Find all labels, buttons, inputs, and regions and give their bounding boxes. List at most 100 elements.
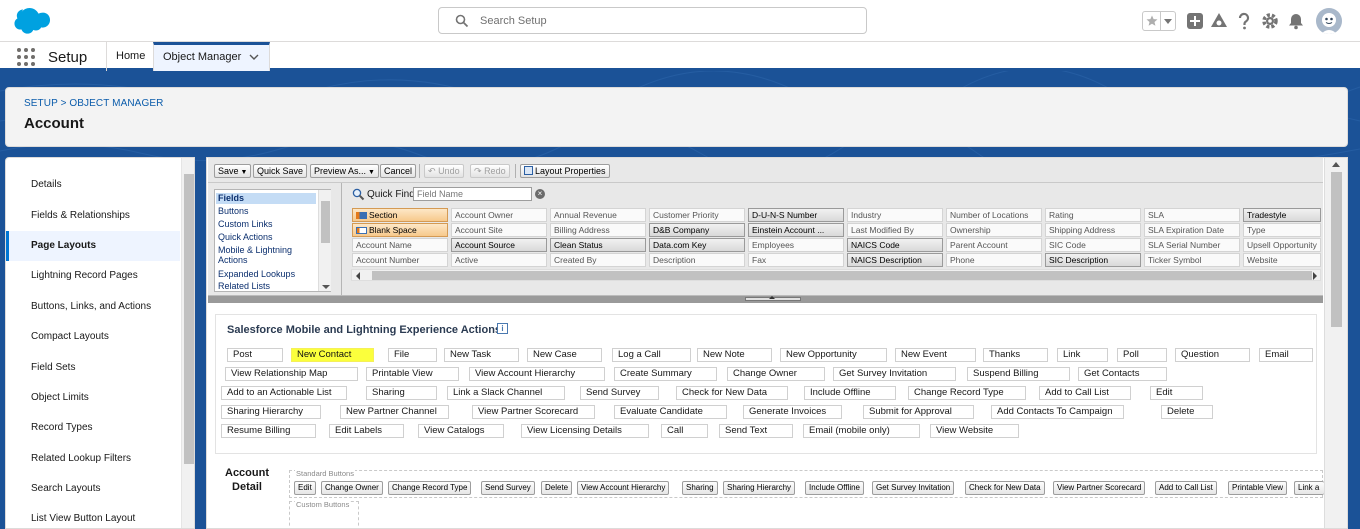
std-button-send-survey[interactable]: Send Survey (481, 481, 535, 495)
palette-horizontal-scrollbar[interactable] (351, 269, 1321, 281)
avatar[interactable] (1316, 8, 1342, 34)
palette-field-number-of-locations[interactable]: Number of Locations (946, 208, 1042, 222)
quick-find-input[interactable] (413, 187, 532, 201)
action-check-for-new-data[interactable]: Check for New Data (676, 386, 788, 400)
palette-field-description[interactable]: Description (649, 253, 745, 267)
action-email[interactable]: Email (1259, 348, 1313, 362)
sidebar-item-related-lookup-filters[interactable]: Related Lookup Filters (6, 444, 180, 474)
category-quick-actions[interactable]: Quick Actions (216, 232, 316, 243)
breadcrumb-object-manager[interactable]: OBJECT MANAGER (69, 98, 163, 109)
action-new-note[interactable]: New Note (697, 348, 772, 362)
category-buttons[interactable]: Buttons (216, 206, 316, 217)
sidebar-item-record-types[interactable]: Record Types (6, 413, 180, 443)
std-button-change-owner[interactable]: Change Owner (321, 481, 383, 495)
action-new-case[interactable]: New Case (527, 348, 602, 362)
action-view-account-hierarchy[interactable]: View Account Hierarchy (469, 367, 605, 381)
action-link-a-slack-channel[interactable]: Link a Slack Channel (447, 386, 565, 400)
std-button-include-offline[interactable]: Include Offline (805, 481, 864, 495)
action-sharing-hierarchy[interactable]: Sharing Hierarchy (221, 405, 321, 419)
palette-field-section[interactable]: Section (352, 208, 448, 222)
category-fields[interactable]: Fields (216, 193, 316, 204)
salesforce-cloud-logo[interactable] (7, 5, 53, 37)
sidebar-scrollbar[interactable] (181, 158, 194, 528)
action-view-relationship-map[interactable]: View Relationship Map (225, 367, 358, 381)
save-button[interactable]: Save ▼ (214, 164, 252, 178)
palette-field-parent-account[interactable]: Parent Account (946, 238, 1042, 252)
tab-object-manager[interactable]: Object Manager (153, 42, 270, 71)
category-custom-links[interactable]: Custom Links (216, 219, 316, 230)
star-icon[interactable] (1143, 12, 1162, 30)
palette-field-clean-status[interactable]: Clean Status (550, 238, 646, 252)
palette-field-type[interactable]: Type (1243, 223, 1321, 237)
palette-field-customer-priority[interactable]: Customer Priority (649, 208, 745, 222)
palette-field-shipping-address[interactable]: Shipping Address (1045, 223, 1141, 237)
palette-field-sla-expiration-date[interactable]: SLA Expiration Date (1144, 223, 1240, 237)
sidebar-item-object-limits[interactable]: Object Limits (6, 383, 180, 413)
sidebar-item-search-layouts[interactable]: Search Layouts (6, 474, 180, 504)
palette-field-active[interactable]: Active (451, 253, 547, 267)
sidebar-item-list-view-button-layout[interactable]: List View Button Layout (6, 504, 180, 528)
palette-field-account-owner[interactable]: Account Owner (451, 208, 547, 222)
action-view-website[interactable]: View Website (930, 424, 1019, 438)
category-scrollbar[interactable] (318, 190, 331, 291)
palette-field-account-site[interactable]: Account Site (451, 223, 547, 237)
action-thanks[interactable]: Thanks (983, 348, 1048, 362)
action-new-task[interactable]: New Task (444, 348, 519, 362)
scroll-left-arrow-icon[interactable] (356, 272, 360, 280)
std-button-check-for-new-data[interactable]: Check for New Data (965, 481, 1045, 495)
std-button-delete[interactable]: Delete (541, 481, 573, 495)
std-button-sharing[interactable]: Sharing (682, 481, 718, 495)
sidebar-scroll-thumb[interactable] (184, 174, 194, 464)
palette-field-employees[interactable]: Employees (748, 238, 844, 252)
action-call[interactable]: Call (661, 424, 708, 438)
sidebar-item-page-layouts[interactable]: Page Layouts (6, 231, 180, 261)
scroll-down-arrow-icon[interactable] (322, 285, 330, 289)
palette-field-annual-revenue[interactable]: Annual Revenue (550, 208, 646, 222)
action-delete[interactable]: Delete (1161, 405, 1213, 419)
breadcrumb-setup[interactable]: SETUP (24, 98, 58, 109)
chevron-down-icon[interactable] (1161, 12, 1175, 30)
action-question[interactable]: Question (1175, 348, 1250, 362)
action-view-catalogs[interactable]: View Catalogs (418, 424, 504, 438)
palette-field-sic-code[interactable]: SIC Code (1045, 238, 1141, 252)
palette-field-account-source[interactable]: Account Source (451, 238, 547, 252)
palette-field-duns-number[interactable]: D-U-N-S Number (748, 208, 844, 222)
std-button-edit[interactable]: Edit (294, 481, 316, 495)
action-change-owner[interactable]: Change Owner (727, 367, 825, 381)
palette-splitter[interactable] (208, 296, 1323, 303)
editor-vertical-scrollbar[interactable] (1324, 158, 1347, 528)
palette-field-account-number[interactable]: Account Number (352, 253, 448, 267)
editor-scroll-thumb[interactable] (1331, 172, 1342, 327)
palette-field-blank-space[interactable]: Blank Space (352, 223, 448, 237)
action-create-summary[interactable]: Create Summary (614, 367, 717, 381)
std-button-view-account-hierarchy[interactable]: View Account Hierarchy (577, 481, 670, 495)
action-add-contacts-to-campaign[interactable]: Add Contacts To Campaign (991, 405, 1124, 419)
cancel-button[interactable]: Cancel (380, 164, 417, 178)
palette-field-industry[interactable]: Industry (847, 208, 943, 222)
sidebar-item-fields-relationships[interactable]: Fields & Relationships (6, 201, 180, 231)
category-mobile-lightning-actions[interactable]: Mobile & Lightning Actions (216, 245, 316, 267)
action-new-contact[interactable]: New Contact (291, 348, 374, 362)
sidebar-item-field-sets[interactable]: Field Sets (6, 353, 180, 383)
category-expanded-lookups[interactable]: Expanded Lookups (216, 269, 316, 280)
palette-field-fax[interactable]: Fax (748, 253, 844, 267)
redo-button[interactable]: ↷ Redo (470, 164, 510, 178)
help-icon[interactable] (1235, 12, 1253, 30)
action-view-licensing-details[interactable]: View Licensing Details (521, 424, 649, 438)
undo-button[interactable]: ↶ Undo (424, 164, 464, 178)
sidebar-item-buttons-links-actions[interactable]: Buttons, Links, and Actions (6, 292, 180, 322)
action-get-survey-invitation[interactable]: Get Survey Invitation (833, 367, 956, 381)
info-icon[interactable]: i (497, 323, 508, 334)
palette-field-phone[interactable]: Phone (946, 253, 1042, 267)
action-evaluate-candidate[interactable]: Evaluate Candidate (614, 405, 727, 419)
preview-as-button[interactable]: Preview As... ▼ (310, 164, 379, 178)
action-link[interactable]: Link (1057, 348, 1108, 362)
std-button-change-record-type[interactable]: Change Record Type (388, 481, 472, 495)
caret-down-icon[interactable]: ▼ (368, 169, 375, 176)
sidebar-item-compact-layouts[interactable]: Compact Layouts (6, 322, 180, 352)
layout-properties-button[interactable]: Layout Properties (520, 164, 610, 178)
collapse-up-icon[interactable] (769, 296, 775, 299)
palette-field-datacom-key[interactable]: Data.com Key (649, 238, 745, 252)
action-printable-view[interactable]: Printable View (366, 367, 459, 381)
palette-field-naics-code[interactable]: NAICS Code (847, 238, 943, 252)
